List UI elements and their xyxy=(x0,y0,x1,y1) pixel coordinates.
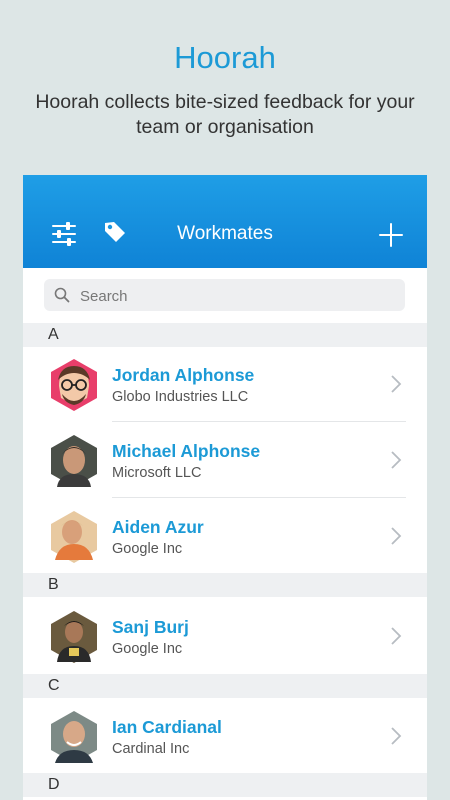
contact-company: Google Inc xyxy=(112,641,183,657)
add-icon[interactable] xyxy=(379,223,403,247)
contact-company: Google Inc xyxy=(112,541,183,557)
search-bar[interactable] xyxy=(44,279,405,313)
chevron-right-icon xyxy=(391,627,402,645)
contact-name: Michael Alphonse xyxy=(112,441,261,461)
avatar xyxy=(51,435,97,487)
contact-name: Sanj Burj xyxy=(112,617,189,637)
search-icon xyxy=(54,287,70,303)
contact-name: Ian Cardianal xyxy=(112,717,222,737)
promo-title: Hoorah xyxy=(174,40,276,75)
search-input[interactable] xyxy=(78,279,392,313)
chevron-right-icon xyxy=(391,451,402,469)
row-divider xyxy=(112,421,406,422)
chevron-right-icon xyxy=(391,727,402,745)
contact-company: Microsoft LLC xyxy=(112,465,202,481)
contact-row[interactable]: Jordan Alphonse Globo Industries LLC xyxy=(23,347,427,422)
chevron-right-icon xyxy=(391,527,402,545)
avatar xyxy=(51,511,97,563)
section-header-a: A xyxy=(23,323,427,347)
contact-company: Cardinal Inc xyxy=(112,741,190,757)
section-header-b: B xyxy=(23,573,427,597)
contact-row[interactable]: Michael Alphonse Microsoft LLC xyxy=(23,423,427,498)
contact-company: Globo Industries LLC xyxy=(112,389,249,405)
chevron-right-icon xyxy=(391,375,402,393)
navigation-bar: Workmates xyxy=(23,175,427,268)
avatar xyxy=(51,359,97,411)
contact-name: Aiden Azur xyxy=(112,517,204,537)
promo-subtitle: Hoorah collects bite-sized feedback for … xyxy=(35,91,415,138)
contact-name: Jordan Alphonse xyxy=(112,365,255,385)
contact-row[interactable]: Sanj Burj Google Inc xyxy=(23,599,427,674)
avatar xyxy=(51,711,97,763)
contact-row[interactable]: Ian Cardianal Cardinal Inc xyxy=(23,699,427,774)
section-header-c: C xyxy=(23,674,427,698)
section-header-d: D xyxy=(23,773,427,797)
contact-row[interactable]: Aiden Azur Google Inc xyxy=(23,499,427,574)
row-divider xyxy=(112,497,406,498)
phone-screen: Workmates A Jordan Alphonse Globo Ind xyxy=(23,175,427,800)
navbar-title: Workmates xyxy=(177,223,273,244)
avatar xyxy=(51,611,97,663)
